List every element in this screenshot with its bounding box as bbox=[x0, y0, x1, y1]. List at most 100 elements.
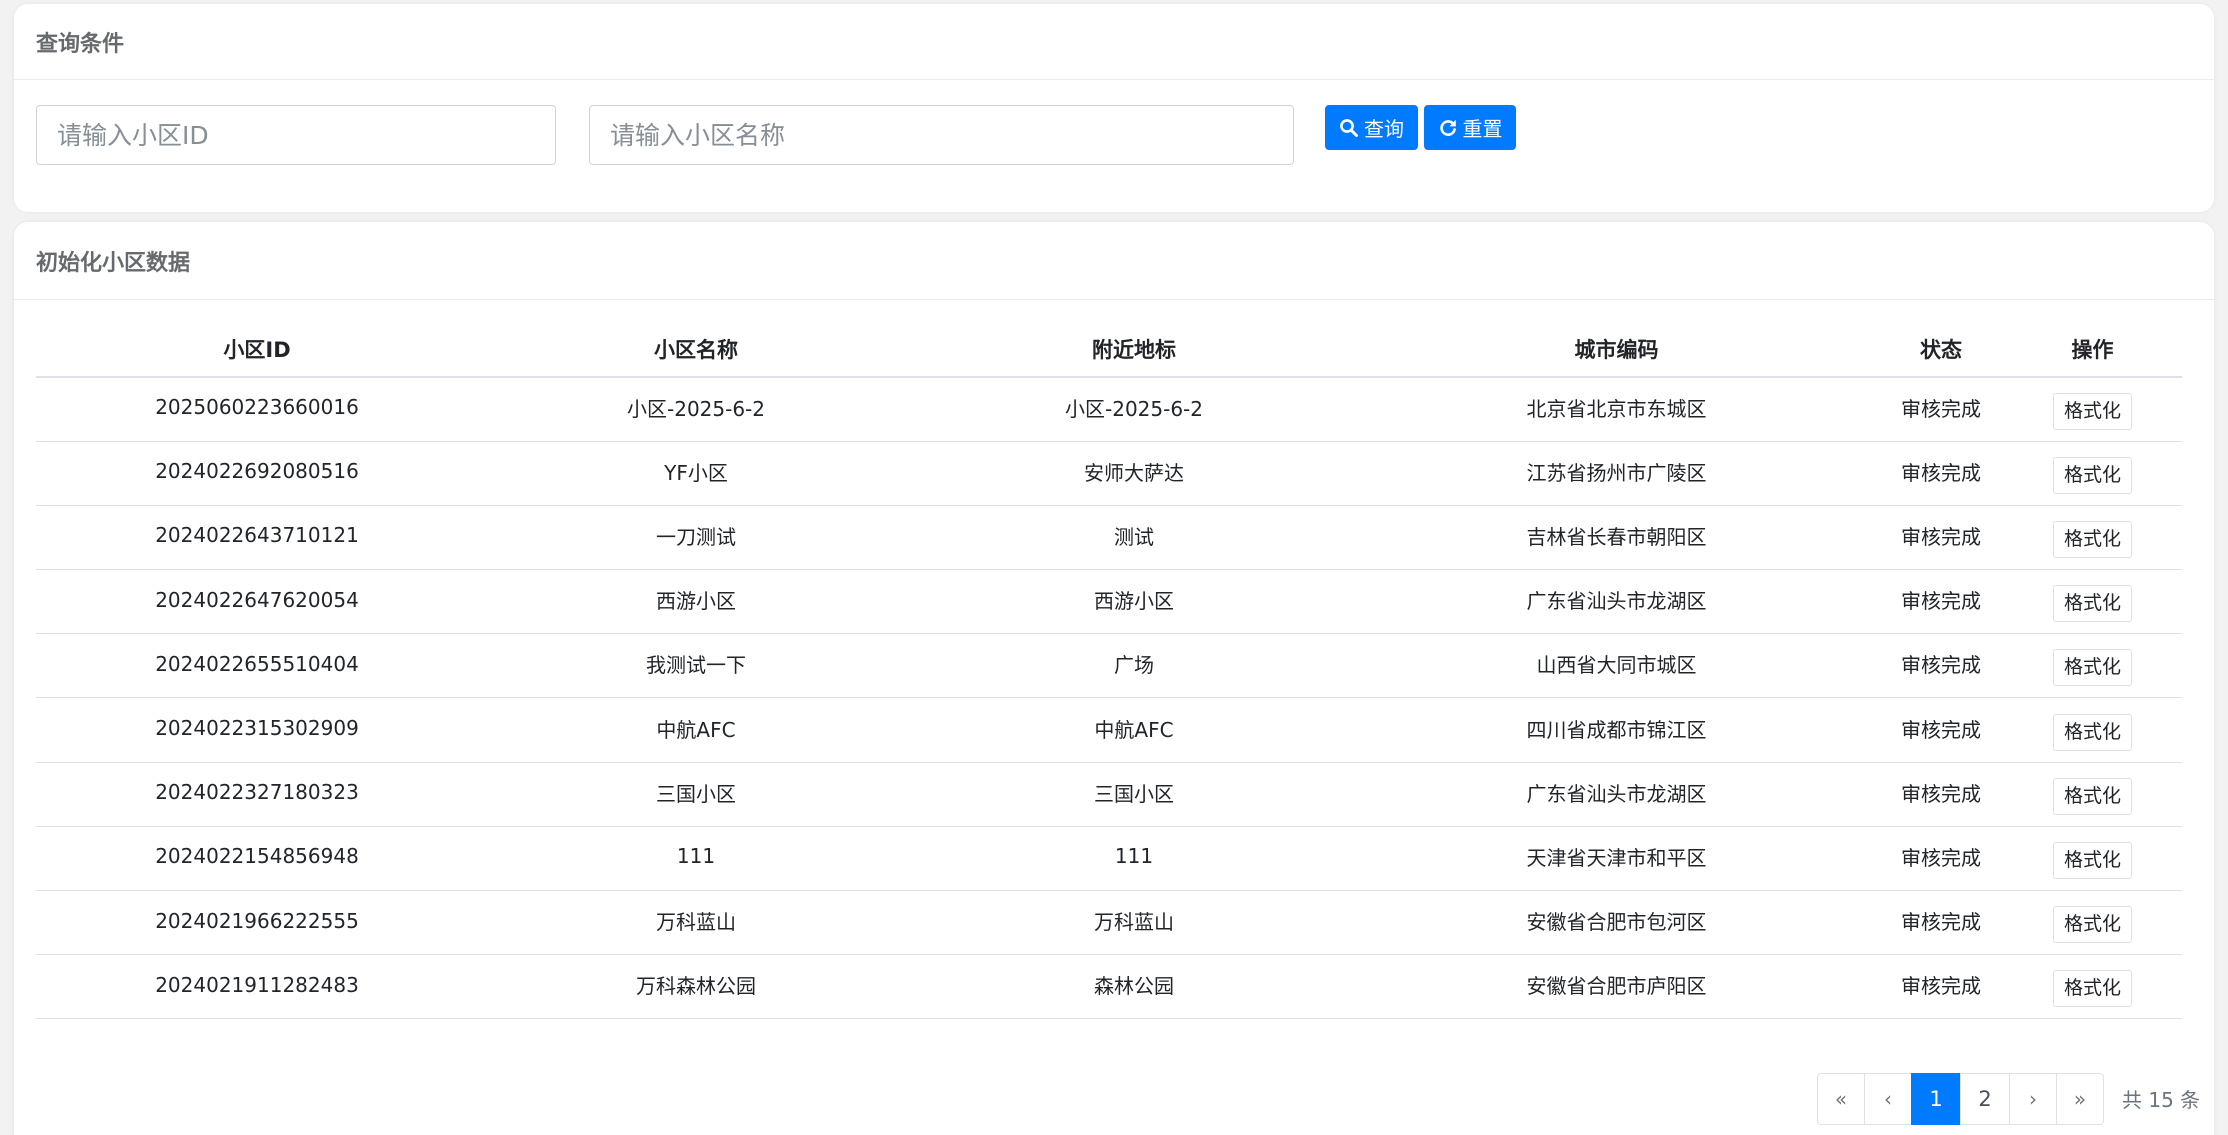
table-row: 2024022643710121 一刀测试 测试 吉林省长春市朝阳区 审核完成 … bbox=[36, 505, 2182, 571]
column-header-landmark: 附近地标 bbox=[914, 322, 1354, 378]
format-button[interactable]: 格式化 bbox=[2052, 585, 2132, 623]
table-row: 2024022647620054 西游小区 西游小区 广东省汕头市龙湖区 审核完… bbox=[36, 569, 2182, 635]
pagination-page-2[interactable]: 2 bbox=[1960, 1073, 2010, 1125]
column-header-actions: 操作 bbox=[2003, 322, 2182, 378]
table-row: 2024022315302909 中航AFC 中航AFC 四川省成都市锦江区 审… bbox=[36, 697, 2182, 763]
cell-community-id: 2024022154856948 bbox=[36, 826, 478, 892]
format-button[interactable]: 格式化 bbox=[2052, 520, 2132, 558]
table-row: 2024022655510404 我测试一下 广场 山西省大同市城区 审核完成 … bbox=[36, 633, 2182, 699]
refresh-icon bbox=[1438, 118, 1458, 138]
data-panel: 初始化小区数据 小区ID 小区名称 附近地标 城市编码 状态 操作 202506… bbox=[14, 222, 2214, 1135]
community-id-input[interactable] bbox=[36, 105, 556, 165]
cell-community-name: YF小区 bbox=[478, 441, 914, 506]
cell-status: 审核完成 bbox=[1879, 633, 2003, 699]
table-row: 2024022154856948 111 111 天津省天津市和平区 审核完成 … bbox=[36, 826, 2182, 892]
column-header-community-id: 小区ID bbox=[36, 322, 478, 378]
cell-community-id: 2024022315302909 bbox=[36, 697, 478, 763]
cell-community-id: 2024022643710121 bbox=[36, 505, 478, 571]
cell-city: 北京省北京市东城区 bbox=[1354, 377, 1879, 442]
cell-community-id: 2024022655510404 bbox=[36, 633, 478, 699]
cell-actions: 格式化 bbox=[2003, 826, 2182, 892]
cell-status: 审核完成 bbox=[1879, 569, 2003, 635]
table-row: 2024021966222555 万科蓝山 万科蓝山 安徽省合肥市包河区 审核完… bbox=[36, 890, 2182, 956]
cell-actions: 格式化 bbox=[2003, 697, 2182, 763]
cell-landmark: 广场 bbox=[914, 633, 1354, 699]
format-button[interactable]: 格式化 bbox=[2052, 456, 2132, 494]
table-header-row: 小区ID 小区名称 附近地标 城市编码 状态 操作 bbox=[36, 322, 2182, 378]
cell-city: 安徽省合肥市庐阳区 bbox=[1354, 954, 1879, 1020]
cell-actions: 格式化 bbox=[2003, 890, 2182, 956]
cell-status: 审核完成 bbox=[1879, 890, 2003, 956]
cell-status: 审核完成 bbox=[1879, 762, 2003, 827]
cell-community-name: 万科森林公园 bbox=[478, 954, 914, 1020]
cell-actions: 格式化 bbox=[2003, 954, 2182, 1020]
reset-button[interactable]: 重置 bbox=[1424, 105, 1516, 150]
format-button[interactable]: 格式化 bbox=[2052, 906, 2132, 944]
cell-community-id: 2024021966222555 bbox=[36, 890, 478, 956]
data-panel-header: 初始化小区数据 bbox=[14, 222, 2214, 300]
search-button[interactable]: 查询 bbox=[1325, 105, 1418, 150]
cell-actions: 格式化 bbox=[2003, 569, 2182, 635]
pagination-next-button[interactable]: › bbox=[2009, 1073, 2057, 1125]
cell-community-id: 2024022647620054 bbox=[36, 569, 478, 635]
cell-landmark: 小区-2025-6-2 bbox=[914, 377, 1354, 442]
column-header-status: 状态 bbox=[1879, 322, 2003, 378]
cell-status: 审核完成 bbox=[1879, 377, 2003, 442]
cell-status: 审核完成 bbox=[1879, 505, 2003, 571]
reset-button-label: 重置 bbox=[1462, 117, 1503, 141]
cell-status: 审核完成 bbox=[1879, 826, 2003, 892]
cell-landmark: 安师大萨达 bbox=[914, 441, 1354, 506]
table-row: 2024022692080516 YF小区 安师大萨达 江苏省扬州市广陵区 审核… bbox=[36, 441, 2182, 506]
query-panel-header: 查询条件 bbox=[14, 4, 2214, 80]
cell-status: 审核完成 bbox=[1879, 697, 2003, 763]
cell-landmark: 测试 bbox=[914, 505, 1354, 571]
cell-city: 广东省汕头市龙湖区 bbox=[1354, 569, 1879, 635]
search-button-label: 查询 bbox=[1364, 117, 1404, 141]
cell-community-id: 2024022692080516 bbox=[36, 441, 478, 506]
pagination-page-1[interactable]: 1 bbox=[1911, 1073, 1961, 1125]
cell-city: 四川省成都市锦江区 bbox=[1354, 697, 1879, 763]
cell-actions: 格式化 bbox=[2003, 377, 2182, 442]
cell-landmark: 森林公园 bbox=[914, 954, 1354, 1020]
cell-status: 审核完成 bbox=[1879, 441, 2003, 506]
pagination-first-button[interactable]: « bbox=[1817, 1073, 1865, 1125]
query-panel-title: 查询条件 bbox=[36, 31, 125, 57]
cell-status: 审核完成 bbox=[1879, 954, 2003, 1020]
format-button[interactable]: 格式化 bbox=[2052, 970, 2132, 1008]
cell-landmark: 西游小区 bbox=[914, 569, 1354, 635]
format-button[interactable]: 格式化 bbox=[2052, 777, 2132, 815]
cell-community-name: 111 bbox=[478, 826, 914, 892]
cell-community-name: 三国小区 bbox=[478, 762, 914, 827]
column-header-community-name: 小区名称 bbox=[478, 322, 914, 378]
cell-community-name: 西游小区 bbox=[478, 569, 914, 635]
pagination-last-button[interactable]: » bbox=[2056, 1073, 2104, 1125]
pagination: « ‹ 1 2 › » bbox=[1817, 1073, 2104, 1125]
query-panel: 查询条件 查询 重置 bbox=[14, 4, 2214, 212]
cell-community-name: 一刀测试 bbox=[478, 505, 914, 571]
table-row: 2024021911282483 万科森林公园 森林公园 安徽省合肥市庐阳区 审… bbox=[36, 954, 2182, 1020]
table-row: 2025060223660016 小区-2025-6-2 小区-2025-6-2… bbox=[36, 377, 2182, 442]
cell-landmark: 111 bbox=[914, 826, 1354, 892]
cell-community-name: 万科蓝山 bbox=[478, 890, 914, 956]
cell-landmark: 万科蓝山 bbox=[914, 890, 1354, 956]
cell-actions: 格式化 bbox=[2003, 505, 2182, 571]
community-table: 小区ID 小区名称 附近地标 城市编码 状态 操作 20250602236600… bbox=[36, 322, 2182, 1020]
cell-actions: 格式化 bbox=[2003, 762, 2182, 827]
format-button[interactable]: 格式化 bbox=[2052, 392, 2132, 430]
cell-community-name: 中航AFC bbox=[478, 697, 914, 763]
cell-city: 安徽省合肥市包河区 bbox=[1354, 890, 1879, 956]
format-button[interactable]: 格式化 bbox=[2052, 649, 2132, 687]
cell-landmark: 三国小区 bbox=[914, 762, 1354, 827]
format-button[interactable]: 格式化 bbox=[2052, 713, 2132, 751]
pagination-prev-button[interactable]: ‹ bbox=[1864, 1073, 1912, 1125]
community-name-input[interactable] bbox=[589, 105, 1294, 165]
cell-community-name: 我测试一下 bbox=[478, 633, 914, 699]
cell-city: 天津省天津市和平区 bbox=[1354, 826, 1879, 892]
cell-city: 山西省大同市城区 bbox=[1354, 633, 1879, 699]
cell-community-id: 2025060223660016 bbox=[36, 377, 478, 442]
table-row: 2024022327180323 三国小区 三国小区 广东省汕头市龙湖区 审核完… bbox=[36, 762, 2182, 827]
data-panel-title: 初始化小区数据 bbox=[36, 250, 191, 276]
column-header-city-code: 城市编码 bbox=[1354, 322, 1879, 378]
format-button[interactable]: 格式化 bbox=[2052, 841, 2132, 879]
cell-landmark: 中航AFC bbox=[914, 697, 1354, 763]
